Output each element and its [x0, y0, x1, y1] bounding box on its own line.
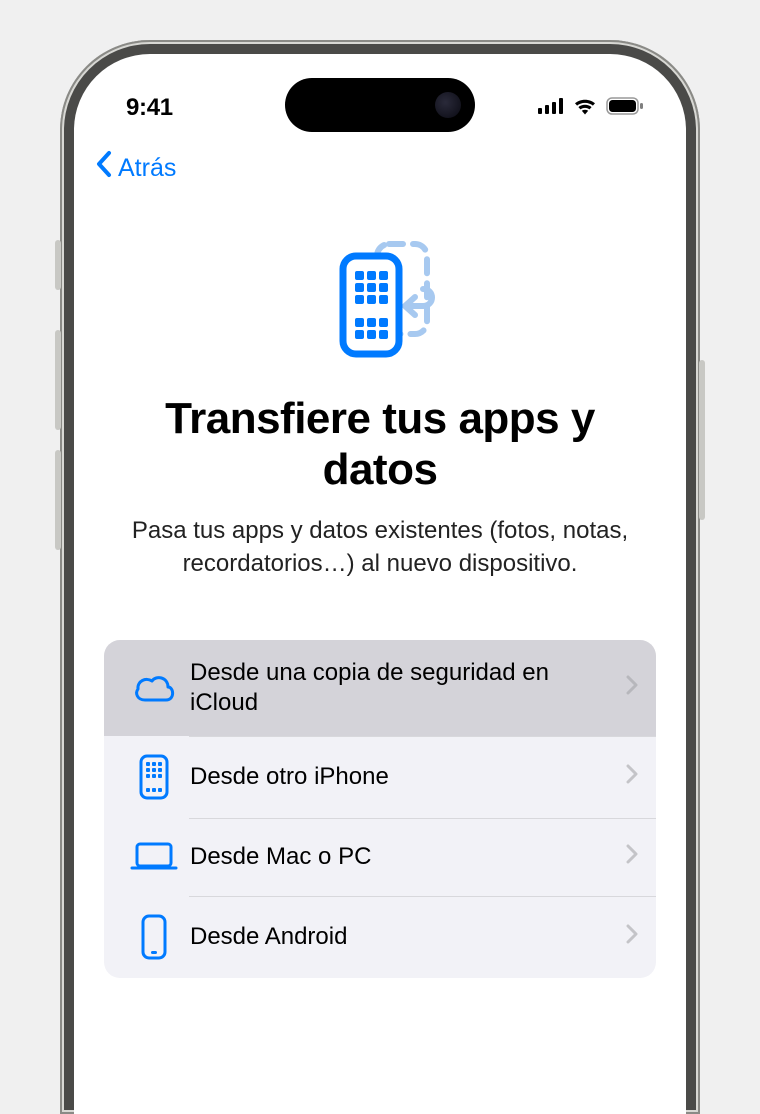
chevron-left-icon	[94, 150, 112, 186]
phone-frame: 9:41	[60, 40, 700, 1114]
volume-down-button	[55, 450, 61, 550]
cloud-icon	[126, 673, 182, 703]
hero-section: Transfiere tus apps y datos Pasa tus app…	[74, 194, 686, 580]
silence-switch	[55, 240, 61, 290]
front-camera	[435, 92, 461, 118]
wifi-icon	[573, 97, 597, 120]
options-list: Desde una copia de seguridad en iCloud	[104, 640, 656, 978]
status-indicators	[538, 97, 644, 120]
chevron-right-icon	[626, 763, 638, 791]
volume-up-button	[55, 330, 61, 430]
cellular-icon	[538, 98, 564, 119]
chevron-right-icon	[626, 674, 638, 702]
transfer-icon	[104, 234, 656, 364]
option-from-mac-pc[interactable]: Desde Mac o PC	[104, 818, 656, 896]
back-label: Atrás	[118, 154, 176, 183]
nav-bar: Atrás	[74, 132, 686, 194]
option-from-android[interactable]: Desde Android	[104, 896, 656, 978]
side-button	[699, 360, 705, 520]
back-button[interactable]: Atrás	[94, 150, 176, 186]
page-subtitle: Pasa tus apps y datos existentes (fotos,…	[104, 515, 656, 580]
chevron-right-icon	[626, 923, 638, 951]
option-label: Desde una copia de seguridad en iCloud	[182, 658, 626, 718]
battery-icon	[606, 97, 644, 120]
chevron-right-icon	[626, 843, 638, 871]
status-time: 9:41	[126, 94, 173, 122]
option-label: Desde Mac o PC	[182, 842, 626, 872]
laptop-icon	[126, 841, 182, 873]
dynamic-island	[285, 78, 475, 132]
option-icloud-backup[interactable]: Desde una copia de seguridad en iCloud	[104, 640, 656, 736]
option-label: Desde Android	[182, 922, 626, 952]
phone-apps-icon	[126, 754, 182, 800]
screen: 9:41	[74, 54, 686, 1114]
option-label: Desde otro iPhone	[182, 762, 626, 792]
page-title: Transfiere tus apps y datos	[104, 394, 656, 495]
phone-android-icon	[126, 914, 182, 960]
option-from-iphone[interactable]: Desde otro iPhone	[104, 736, 656, 818]
